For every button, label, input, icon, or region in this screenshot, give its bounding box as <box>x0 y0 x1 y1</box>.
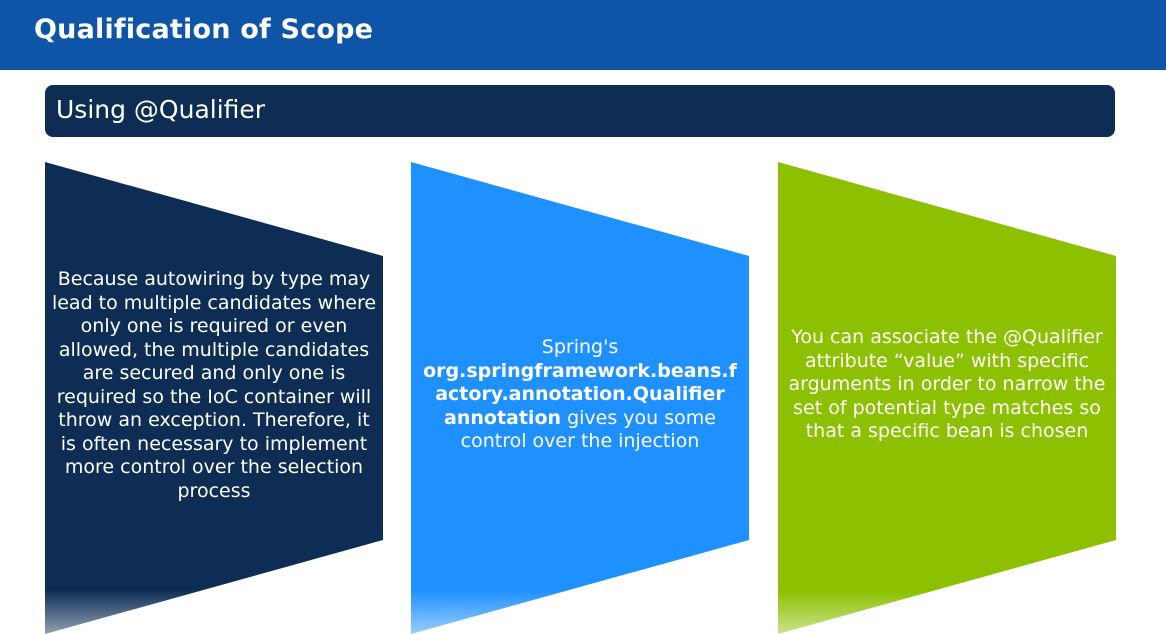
panel-qualifier-annotation: Spring's org.springframework.beans.f act… <box>411 162 749 634</box>
section-header: Using @Qualifier <box>45 85 1115 137</box>
panel-autowiring: Because autowiring by type may lead to m… <box>45 162 383 634</box>
panel-qualifier-prefix: Spring's <box>541 336 619 358</box>
panel-value-text: You can associate the @Qualifier attribu… <box>788 326 1106 442</box>
title-bar: Qualification of Scope <box>0 0 1166 70</box>
panel-qualifier-annotation-word: annotation <box>444 406 562 429</box>
panel-autowiring-text: Because autowiring by type may lead to m… <box>51 268 377 502</box>
panel-qualifier-package: org.springframework.beans.f actory.annot… <box>423 359 737 406</box>
panel-value-attribute: You can associate the @Qualifier attribu… <box>778 162 1116 634</box>
section-label: Using @Qualifier <box>56 95 266 124</box>
panel-qualifier-text: Spring's org.springframework.beans.f act… <box>417 336 743 454</box>
slide-title: Qualification of Scope <box>34 14 374 45</box>
